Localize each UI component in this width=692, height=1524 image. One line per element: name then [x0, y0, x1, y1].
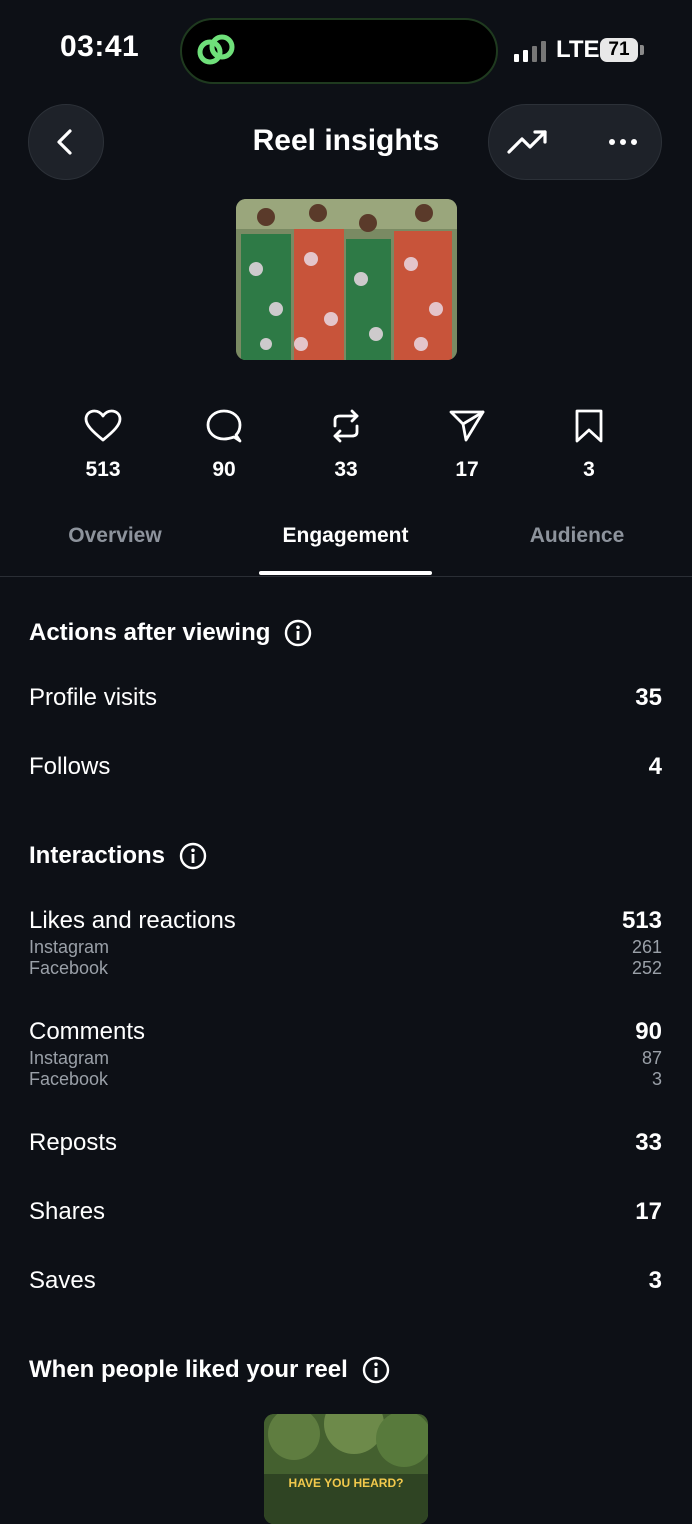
metric-reposts: 33 — [296, 404, 396, 482]
follows-value: 4 — [648, 753, 662, 780]
reposts-label: Reposts — [29, 1129, 118, 1156]
repost-icon — [333, 409, 359, 443]
likes-value: 513 — [621, 907, 662, 934]
metric-likes: 513 — [53, 404, 153, 482]
section-title: Interactions — [29, 842, 166, 869]
reel-thumbnail[interactable] — [236, 199, 457, 360]
liked-timing-section: When people liked your reel — [29, 1356, 390, 1384]
trending-up-icon — [507, 130, 547, 154]
section-title: Actions after viewing — [29, 619, 271, 646]
reel-thumbnail-image — [236, 199, 457, 360]
more-options-button[interactable] — [596, 116, 650, 168]
tab-audience[interactable]: Audience — [492, 524, 662, 548]
comments-value: 90 — [635, 1018, 662, 1045]
saves-value: 3 — [648, 1267, 662, 1294]
section-title: When people liked your reel — [29, 1356, 348, 1383]
signal-icon — [514, 41, 546, 62]
metric-shares: 17 — [417, 404, 517, 482]
heart-icon — [84, 409, 122, 442]
network-type: LTE — [556, 36, 600, 63]
status-time: 03:41 — [60, 30, 140, 63]
profile-visits-label: Profile visits — [29, 684, 158, 711]
interactions-section: Interactions — [29, 842, 207, 870]
liked-reel-image — [264, 1414, 428, 1524]
likes-facebook-label: Facebook — [29, 958, 109, 978]
comment-icon — [206, 409, 242, 443]
metric-likes-value: 513 — [85, 458, 121, 481]
comments-instagram-label: Instagram — [29, 1048, 110, 1068]
tab-engagement[interactable]: Engagement — [259, 524, 432, 548]
info-icon[interactable] — [284, 619, 312, 647]
info-icon[interactable] — [362, 1356, 390, 1384]
likes-instagram-value: 261 — [631, 937, 662, 957]
metric-comments-value: 90 — [212, 458, 236, 481]
metric-comments: 90 — [174, 404, 274, 482]
active-tab-indicator — [259, 571, 432, 575]
comments-instagram-value: 87 — [641, 1048, 662, 1068]
liked-reel-thumbnail[interactable]: HAVE YOU HEARD? — [264, 1414, 428, 1524]
liked-reel-caption: HAVE YOU HEARD? — [288, 1476, 404, 1490]
battery-nub — [640, 45, 644, 55]
chain-link-icon — [197, 34, 235, 65]
likes-facebook-value: 252 — [631, 958, 662, 978]
metric-saves: 3 — [539, 404, 639, 482]
comments-facebook-label: Facebook — [29, 1069, 109, 1089]
actions-after-viewing-section: Actions after viewing — [29, 619, 312, 647]
metric-reposts-value: 33 — [334, 458, 358, 481]
battery-level: 71 — [600, 38, 638, 62]
more-horizontal-icon — [609, 139, 637, 145]
bookmark-icon — [575, 409, 603, 443]
trends-button[interactable] — [500, 116, 556, 168]
reposts-value: 33 — [635, 1129, 662, 1156]
likes-label: Likes and reactions — [29, 907, 236, 934]
follows-label: Follows — [29, 753, 111, 780]
send-icon — [449, 410, 485, 442]
shares-label: Shares — [29, 1198, 106, 1225]
profile-visits-value: 35 — [635, 684, 662, 711]
shares-value: 17 — [635, 1198, 662, 1225]
tabs-divider — [0, 576, 692, 577]
likes-instagram-label: Instagram — [29, 937, 110, 957]
metric-shares-value: 17 — [455, 458, 479, 481]
metric-saves-value: 3 — [583, 458, 595, 481]
info-icon[interactable] — [179, 842, 207, 870]
saves-label: Saves — [29, 1267, 96, 1294]
tab-overview[interactable]: Overview — [30, 524, 200, 548]
comments-label: Comments — [29, 1018, 146, 1045]
comments-facebook-value: 3 — [651, 1069, 662, 1089]
